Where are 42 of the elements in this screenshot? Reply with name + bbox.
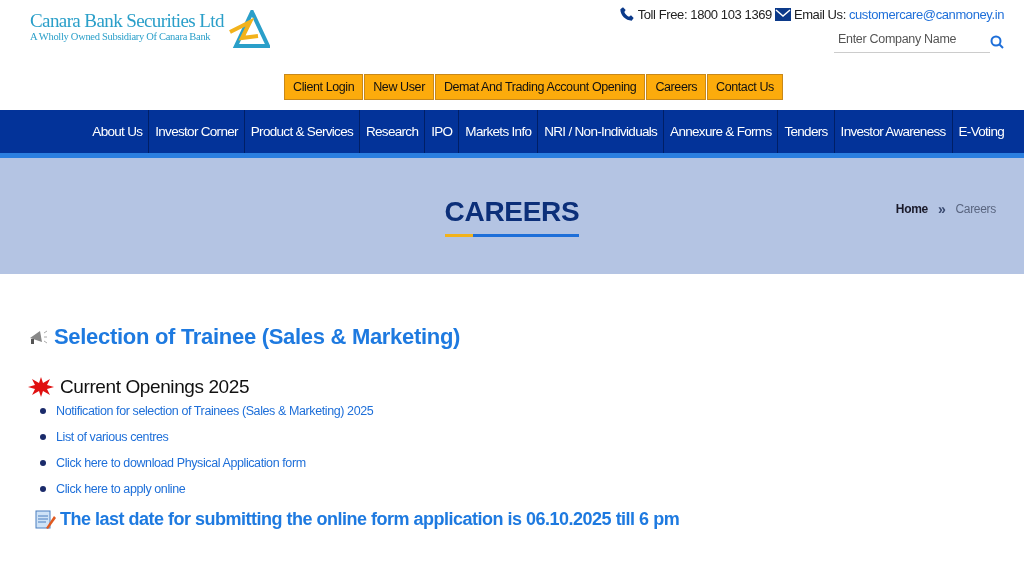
- nav-link[interactable]: Annexure & Forms: [663, 110, 778, 153]
- deadline-notice: The last date for submitting the online form application is 06.10.2025 till 6 pm: [60, 508, 680, 530]
- bullet-icon: [40, 434, 46, 440]
- breadcrumb-separator: »: [936, 202, 947, 216]
- search-icon[interactable]: [990, 34, 1004, 49]
- header-button[interactable]: Contact Us: [707, 74, 783, 100]
- nav-link[interactable]: Markets Info: [458, 110, 538, 153]
- header-button[interactable]: New User: [364, 74, 434, 100]
- document-link[interactable]: Click here to apply online: [56, 482, 186, 496]
- header-button[interactable]: Client Login: [284, 74, 364, 100]
- nav-link[interactable]: Tenders: [777, 110, 834, 153]
- phone-icon: [618, 6, 635, 22]
- openings-heading: Current Openings 2025: [60, 376, 250, 398]
- bullet-icon: [40, 408, 46, 414]
- document-link[interactable]: Click here to download Physical Application form: [56, 456, 306, 470]
- nav-link[interactable]: About Us: [86, 110, 149, 153]
- breadcrumb-link[interactable]: Home: [895, 202, 928, 216]
- email-label: Email Us:: [793, 6, 846, 22]
- nav-link[interactable]: Investor Awareness: [833, 110, 952, 153]
- notepad-icon: [34, 508, 56, 530]
- logo-icon[interactable]: [227, 10, 270, 50]
- email-link[interactable]: customercare@canmoney.in: [848, 6, 1004, 22]
- company-tagline: A Wholly Owned Subsidiary Of Canara Bank: [30, 31, 212, 42]
- nav-link[interactable]: Product & Services: [243, 110, 359, 153]
- bullet-icon: [40, 486, 46, 492]
- nav-link[interactable]: E-Voting: [951, 110, 1010, 153]
- nav-link[interactable]: NRI / Non-Individuals: [537, 110, 664, 153]
- header-button[interactable]: Careers: [646, 74, 707, 100]
- document-link[interactable]: List of various centres: [56, 430, 169, 444]
- document-link[interactable]: Notification for selection of Trainees (Sales & Marketing) 2025: [56, 404, 374, 418]
- megaphone-icon: [28, 328, 48, 346]
- company-name: Canara Bank Securities Ltd: [30, 10, 224, 31]
- header-button[interactable]: Demat And Trading Account Opening: [434, 74, 646, 100]
- bullet-icon: [40, 460, 46, 466]
- page-title: CAREERS: [444, 195, 580, 237]
- nav-link[interactable]: IPO: [424, 110, 459, 153]
- toll-free-number: Toll Free: 1800 103 1369: [637, 6, 772, 22]
- nav-link[interactable]: Research: [359, 110, 425, 153]
- nav-link[interactable]: Investor Corner: [148, 110, 244, 153]
- starburst-icon: [28, 377, 54, 397]
- envelope-icon: [774, 7, 791, 21]
- section-heading: Selection of Trainee (Sales & Marketing): [54, 324, 461, 350]
